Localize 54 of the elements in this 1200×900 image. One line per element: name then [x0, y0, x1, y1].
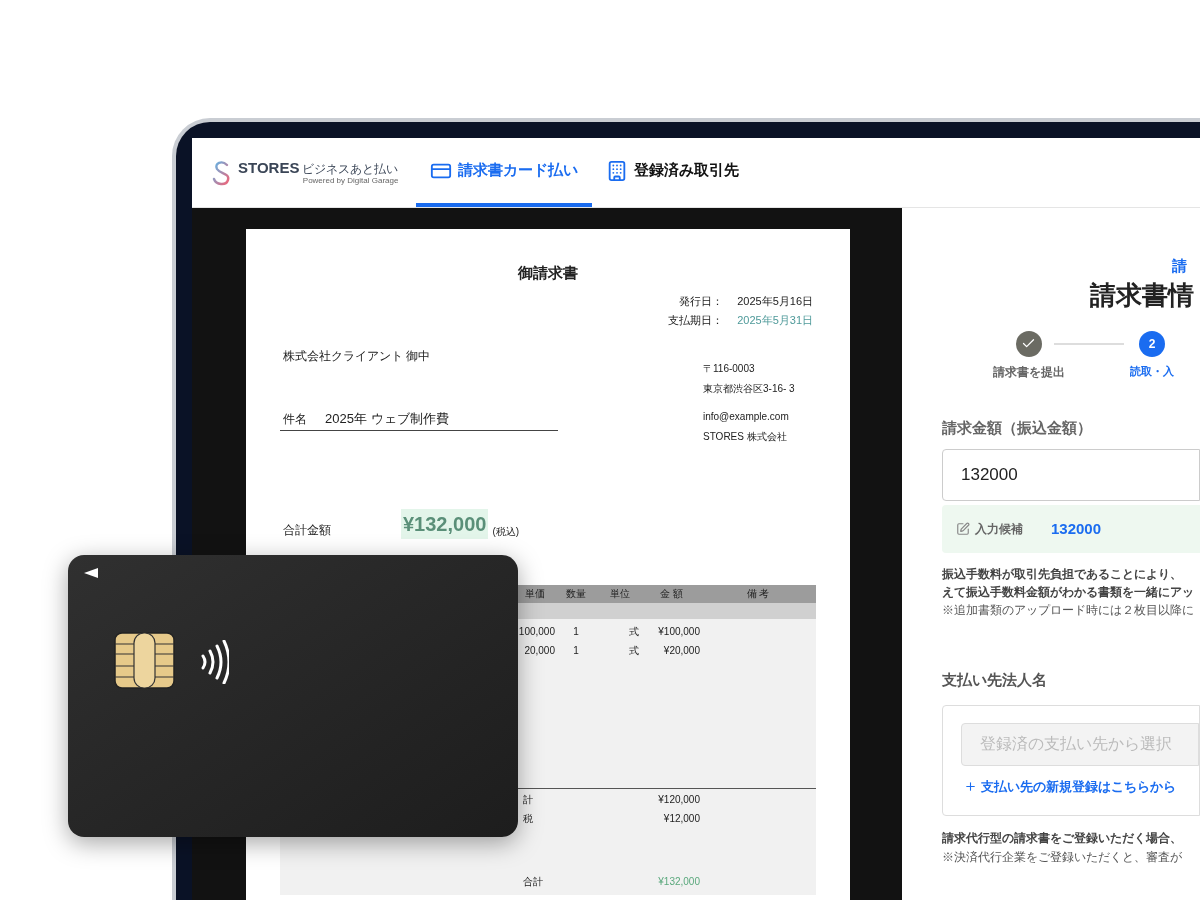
summary-label: 計 — [522, 792, 534, 807]
sender-contact: STORES 株式会社 — [703, 429, 788, 444]
form-subtitle: 請 — [1172, 256, 1188, 276]
suggestion-value[interactable]: 132000 — [1051, 517, 1102, 541]
help-text: 請求代行型の請求書をご登録いただく場合、 — [942, 829, 1183, 847]
column-header: 備 考 — [745, 587, 771, 601]
powered-by-text: Powered by Digital Garage — [302, 177, 399, 185]
summary-amount: ¥12,000 — [662, 811, 700, 826]
table-cell-text: 20,000 — [523, 643, 555, 658]
amount-input-field[interactable]: 132000 — [942, 449, 1200, 501]
help-text: 振込手数料が取引先負担であることにより、 — [942, 566, 1183, 583]
sender-address: 東京都渋谷区3-16- 3 — [703, 381, 795, 396]
help-text: ※決済代行企業をご登録いただくと、審査が — [942, 848, 1183, 866]
amount-label: 請求金額（振込金額） — [942, 417, 1093, 438]
table-cell-text: 式 — [628, 643, 640, 658]
date-label: 支払期日： — [667, 313, 724, 328]
total-amount: ¥132,000 — [401, 508, 489, 539]
date-value: 2025年5月16日 — [737, 293, 813, 309]
table-cell-text: ¥100,000 — [657, 624, 700, 639]
table-cell-text: 100,000 — [517, 624, 555, 639]
step-number-indicator: 2 — [1139, 330, 1165, 357]
column-header: 単価 — [524, 587, 546, 601]
sender-contact: info@example.com — [703, 409, 790, 424]
help-text: ※追加書類のアップロード時には２枚目以降に — [942, 602, 1195, 619]
table-cell-text: ¥20,000 — [662, 643, 700, 658]
total-label: 合計金額 — [283, 521, 332, 539]
tax-note: (税込) — [492, 524, 520, 539]
logo-tagline: ビジネスあと払い — [302, 163, 399, 175]
column-header: 金 額 — [659, 587, 684, 601]
summary-amount: ¥120,000 — [657, 792, 700, 807]
summary-label: 合計 — [522, 874, 544, 889]
table-cell-text: 1 — [572, 624, 580, 639]
summary-amount: ¥132,000 — [657, 874, 700, 889]
form-title: 請求書情 — [1090, 278, 1195, 312]
help-text: えて振込手数料金額がわかる書類を一緒にアッ — [942, 584, 1195, 601]
logo-wordmark: STORES — [238, 160, 300, 175]
table-cell-text: 1 — [572, 643, 580, 658]
step-label: 読取・入 — [1130, 363, 1174, 379]
client-name: 株式会社クライアント 御中 — [283, 347, 432, 365]
sender-address: 〒116-0003 — [703, 361, 756, 376]
nav-tab[interactable]: 登録済み取引先 — [592, 138, 754, 207]
step-label: 請求書を提出 — [992, 363, 1065, 381]
new-payee-link[interactable]: 支払い先の新規登録はこちらから — [981, 776, 1176, 796]
column-header: 数量 — [565, 587, 587, 601]
subject-label: 件名 — [283, 411, 307, 428]
payee-label: 支払い先法人名 — [942, 670, 1048, 690]
date-value: 2025年5月31日 — [737, 313, 813, 328]
suggestion-label: 入力候補 — [975, 521, 1023, 538]
summary-label: 税 — [522, 811, 534, 826]
column-header: 単位 — [609, 587, 631, 601]
date-label: 発行日： — [678, 293, 724, 309]
table-cell-text: 式 — [628, 624, 640, 639]
invoice-title: 御請求書 — [518, 263, 578, 283]
subject-text: 2025年 ウェブ制作費 — [325, 409, 449, 428]
